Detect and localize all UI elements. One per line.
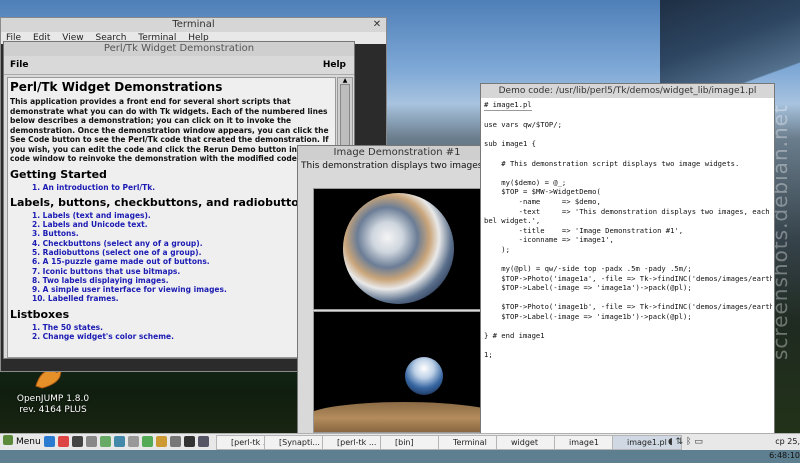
close-icon[interactable]: ✕ (371, 19, 383, 31)
demo-link[interactable]: 1. The 50 states. (32, 323, 335, 332)
earth-globe (343, 193, 454, 304)
code-editor[interactable]: # image1.pl use vars qw/$TOP/; sub image… (484, 100, 772, 432)
code-window-title[interactable]: Demo code: /usr/lib/perl5/Tk/demos/widge… (481, 84, 774, 98)
app-icon[interactable] (100, 436, 111, 447)
app-icon[interactable] (128, 436, 139, 447)
code-line: -iconname => 'image1', (484, 235, 614, 245)
demo-link[interactable]: 8. Two labels displaying images. (32, 276, 335, 285)
code-line: $TOP->Photo('image1b', -file => Tk->find… (501, 302, 772, 312)
menu-file[interactable]: File (10, 56, 28, 74)
menu-help[interactable]: Help (323, 56, 346, 74)
demo-link[interactable]: 4. Checkbuttons (select any of a group). (32, 239, 335, 248)
code-line: # image1.pl (484, 100, 532, 111)
demo-link[interactable]: 1. An introduction to Perl/Tk. (32, 183, 335, 192)
app-icon[interactable] (156, 436, 167, 447)
demo-link[interactable]: 2. Labels and Unicode text. (32, 220, 335, 229)
earth-globe (405, 357, 443, 395)
code-line: -name => $demo, (484, 196, 601, 206)
code-line: ); (484, 244, 510, 254)
image-demo-window[interactable]: Image Demonstration #1 This demonstratio… (297, 145, 497, 435)
code-line: bel widget.', (484, 216, 541, 226)
demo-link[interactable]: 10. Labelled frames. (32, 294, 335, 303)
code-window[interactable]: Demo code: /usr/lib/perl5/Tk/demos/widge… (480, 83, 775, 435)
app-icon[interactable] (142, 436, 153, 447)
image-demo-caption: This demonstration displays two images, … (301, 161, 496, 171)
demo-link[interactable]: 7. Iconic buttons that use bitmaps. (32, 267, 335, 276)
settings-icon[interactable] (86, 436, 97, 447)
demo-link[interactable]: 1. Labels (text and images). (32, 211, 335, 220)
section-title: Listboxes (10, 307, 70, 321)
widget-demo-menubar: File Help (4, 56, 354, 75)
code-line: $TOP = $MW->WidgetDemo( (484, 187, 601, 197)
code-line: -text => 'This demonstration displays tw… (518, 206, 770, 216)
system-monitor-icon[interactable] (184, 436, 195, 447)
widget-demo-title[interactable]: Perl/Tk Widget Demonstration (4, 42, 354, 56)
start-menu-button[interactable]: Menu (3, 435, 41, 449)
volume-icon[interactable]: ◖ (668, 437, 673, 447)
system-tray: ◖ ⇅ ᛒ ▭ (668, 435, 738, 449)
app-icon[interactable] (198, 436, 209, 447)
network-icon[interactable]: ⇅ (676, 437, 684, 447)
demo-link[interactable]: 3. Buttons. (32, 229, 335, 238)
demo-link[interactable]: 9. A simple user interface for viewing i… (32, 285, 335, 294)
code-line: $TOP->Label(-image => 'image1a')->pack(@… (484, 283, 692, 293)
demo-link[interactable]: 2. Change widget's color scheme. (32, 332, 335, 341)
code-line: my(@pl) = qw/-side top -padx .5m -pady .… (484, 264, 692, 274)
section-title: Labels, buttons, checkbuttons, and radio… (10, 195, 314, 209)
clock[interactable]: ср 25, 6:48:10 (744, 435, 800, 460)
moon-surface (314, 402, 481, 432)
earth-image (313, 188, 482, 310)
section-title: Getting Started (10, 167, 107, 181)
demo-link[interactable]: 5. Radiobuttons (select one of a group). (32, 248, 335, 257)
code-line: -title => 'Image Demonstration #1', (484, 225, 684, 235)
terminal-icon[interactable] (72, 436, 83, 447)
code-line: sub image1 { (484, 139, 536, 149)
file-manager-icon[interactable] (44, 436, 55, 447)
code-line: use vars qw/$TOP/; (484, 120, 562, 130)
code-line: } # end image1 (484, 331, 545, 341)
image-demo-title[interactable]: Image Demonstration #1 (298, 146, 496, 160)
menu-label: Menu (16, 437, 41, 447)
intro-text: This application provides a front end fo… (10, 97, 329, 163)
taskbar: Menu [perl-tk ... [Synapti... [perl-tk .… (0, 433, 800, 460)
code-line: $TOP->Label(-image => 'image1b')->pack(@… (484, 312, 692, 322)
bluetooth-icon[interactable]: ᛒ (686, 437, 691, 447)
demo-link[interactable]: 6. A 15-puzzle game made out of buttons. (32, 257, 335, 266)
earthrise-image (313, 311, 482, 433)
page-title: Perl/Tk Widget Demonstrations (10, 80, 223, 94)
battery-icon[interactable]: ▭ (694, 437, 703, 447)
terminal-title[interactable]: Terminal (1, 18, 386, 32)
code-line: # This demonstration script displays two… (484, 158, 740, 168)
widget-demo-text: Perl/Tk Widget Demonstrations This appli… (7, 77, 336, 358)
code-line: $TOP->Photo('image1a', -file => Tk->find… (501, 273, 772, 283)
code-line: my($demo) = @_; (484, 177, 567, 187)
openjump-icon-label[interactable]: OpenJUMP 1.8.0 rev. 4164 PLUS (8, 394, 98, 416)
menu-icon (3, 435, 13, 445)
app-icon[interactable] (114, 436, 125, 447)
browser-icon[interactable] (58, 436, 69, 447)
code-line: 1; (484, 350, 493, 360)
app-icon[interactable] (170, 436, 181, 447)
